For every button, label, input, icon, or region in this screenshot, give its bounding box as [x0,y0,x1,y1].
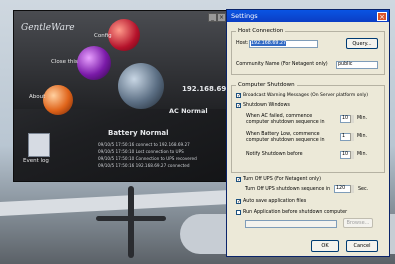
browse-button[interactable]: Browse... [343,218,373,228]
host-connection-title: Host Connection [236,28,286,34]
power-orb-icon [118,63,164,109]
log-line: 09/10/5 17:50:16 connect to 192.168.69.2… [98,142,190,147]
event-log-label[interactable]: Event log [23,158,49,164]
battery-status: Battery Normal [108,129,169,137]
host-input[interactable]: 192.168.69.27 [249,40,318,48]
dialog-title: Settings [231,12,258,20]
shutdown-windows-label: Shutdown Windows [243,103,290,108]
about-label[interactable]: About [29,94,45,100]
min-label: Min. [357,152,368,157]
turn-off-ups-label: Turn Off UPS (For Netagent only) [243,177,321,182]
app-logo: GentleWare [21,23,75,33]
turn-off-ups-seq-label: Turn Off UPS shutdown sequence in [245,187,331,192]
auto-save-checkbox[interactable]: ✓ [236,199,241,205]
battery-low-spinner[interactable] [350,133,354,141]
run-app-label: Run Application before shutdown computer [243,210,348,215]
min-label: Min. [357,116,368,121]
auto-save-label: Auto save application files [243,199,307,204]
run-app-path-input[interactable] [245,220,337,228]
broadcast-checkbox[interactable]: ✓ [236,93,241,99]
community-input[interactable]: public [336,61,378,69]
query-button[interactable]: Query... [346,38,378,49]
host-value: 192.168.69.27 [251,41,287,46]
minimize-icon[interactable]: _ [208,13,217,22]
run-app-checkbox[interactable] [236,210,241,215]
host-connection-group: Host Connection Host: 192.168.69.27 Quer… [231,28,385,75]
sec-label: Sec. [358,187,369,192]
dialog-title-bar: Settings × [227,10,389,22]
host-label: Host: [236,41,249,46]
cancel-button[interactable]: Cancel [346,240,378,252]
event-log-icon[interactable] [28,133,50,157]
close-this-label[interactable]: Close this [51,59,78,65]
about-orb-icon[interactable] [43,85,73,115]
dialog-close-icon[interactable]: × [377,11,387,21]
config-orb-icon[interactable] [108,19,140,51]
min-label: Min. [357,134,368,139]
shutdown-windows-checkbox[interactable]: ✓ [236,103,241,109]
log-line: 09/10/5 17:50:16 192.168.69.27 connected [98,163,190,168]
ac-fail-spinner[interactable] [350,115,354,123]
log-line: 09/10/5 17:50:10 Connection to UPS recov… [98,156,197,161]
ac-status: AC Normal [169,107,208,115]
ok-button[interactable]: OK [311,240,339,252]
settings-dialog: Settings × Host Connection Host: 192.168… [226,9,390,257]
notify-label: Notify Shutdown before [246,152,303,157]
battery-low-label: When Battery Low, commence computer shut… [246,132,325,143]
computer-shutdown-title: Computer Shutdown [236,82,297,88]
propeller-blade [96,216,166,221]
propeller-blade [128,186,134,258]
ups-monitor-panel: _ × GentleWare Config Close this About 1… [13,10,239,182]
ac-fail-label: When AC failed, commence computer shutdo… [246,114,325,125]
broadcast-label: Broadcast Warning Messages (On Server pl… [243,93,368,98]
log-line: 09/10/5 17:50:10 Lost connection to UPS [98,149,184,154]
plane-wing [0,189,230,217]
computer-shutdown-group: Computer Shutdown ✓ Broadcast Warning Me… [231,82,385,173]
config-label[interactable]: Config [94,33,112,39]
event-log-list: 09/10/5 17:50:16 connect to 192.168.69.2… [98,141,226,169]
turn-off-ups-checkbox[interactable]: ✓ [236,177,241,183]
turn-off-ups-dropdown[interactable] [350,185,354,193]
close-this-orb-icon[interactable] [77,46,111,80]
community-label: Community Name (For Netagent only) [236,62,328,67]
close-icon[interactable]: × [217,13,226,22]
notify-spinner[interactable] [350,151,354,159]
